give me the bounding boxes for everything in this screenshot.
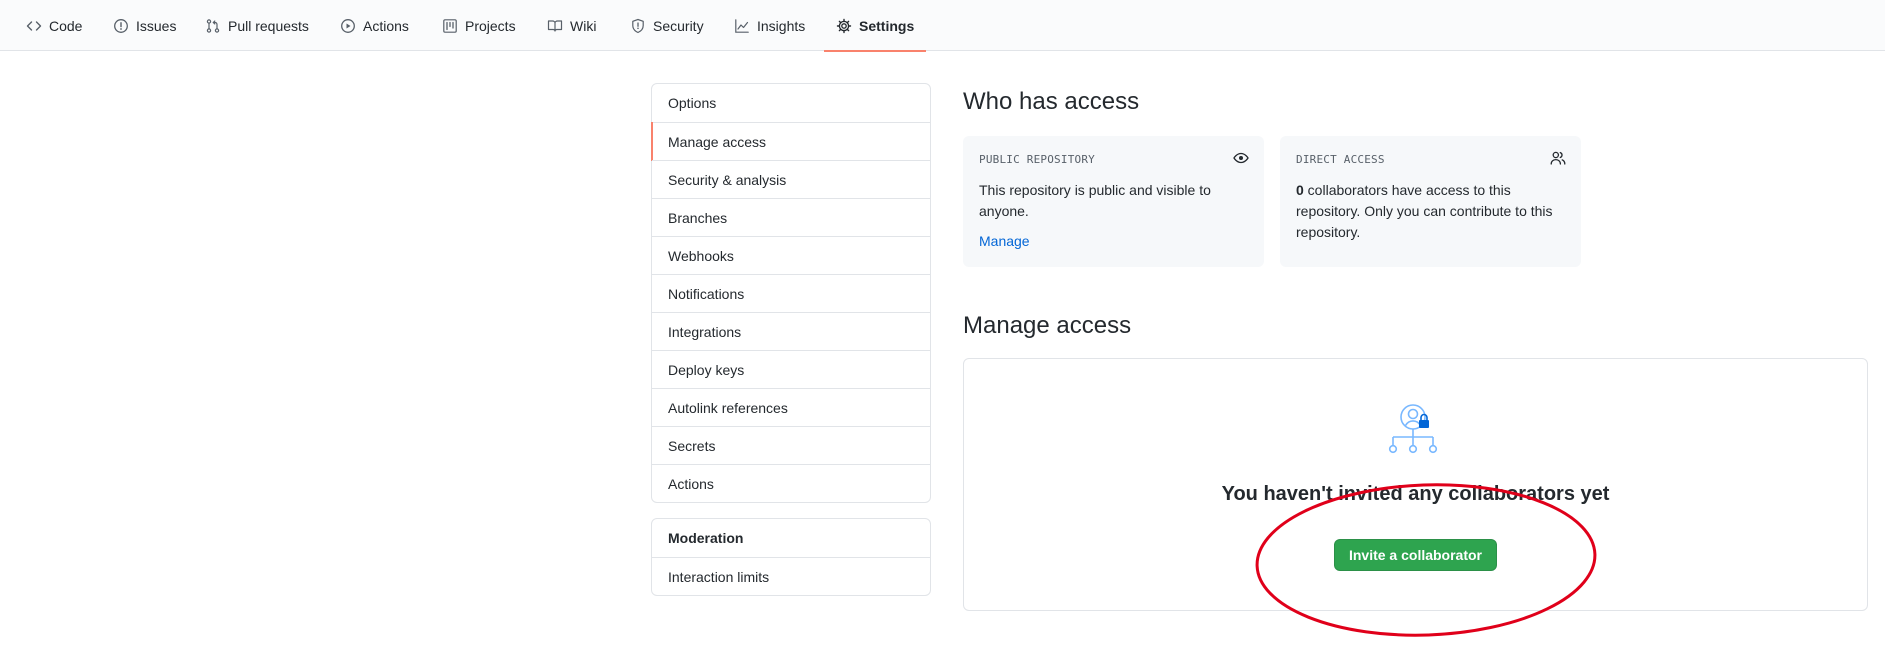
direct-access-title: DIRECT ACCESS (1296, 153, 1385, 166)
menu-item-secrets[interactable]: Secrets (652, 426, 930, 464)
graph-icon (735, 18, 749, 33)
tab-code[interactable]: Code (26, 0, 82, 51)
menu-item-notifications[interactable]: Notifications (652, 274, 930, 312)
gear-icon (836, 18, 852, 33)
menu-item-label: Security & analysis (668, 171, 787, 188)
tab-label: Code (49, 17, 83, 34)
book-icon (547, 19, 563, 32)
invite-collaborator-button[interactable]: Invite a collaborator (1334, 539, 1497, 571)
tab-label: Wiki (570, 17, 597, 34)
tab-security[interactable]: Security (630, 0, 704, 51)
collaborator-count: 0 (1296, 182, 1304, 198)
collaborators-lock-icon (1388, 404, 1438, 454)
public-repository-text: This repository is public and visible to… (979, 182, 1211, 219)
menu-item-manage-access[interactable]: Manage access (651, 122, 930, 161)
eye-icon (1233, 152, 1249, 164)
menu-item-label: Branches (668, 209, 728, 226)
menu-item-autolink-references[interactable]: Autolink references (652, 388, 930, 426)
menu-item-options[interactable]: Options (652, 84, 930, 122)
menu-item-webhooks[interactable]: Webhooks (652, 236, 930, 274)
git-pull-request-icon (206, 18, 220, 33)
tab-label: Projects (465, 17, 516, 34)
repo-nav: Code Issues Pull requests Actions Projec… (0, 0, 1885, 52)
menu-item-security-analysis[interactable]: Security & analysis (652, 160, 930, 198)
code-icon (26, 20, 42, 31)
menu-item-branches[interactable]: Branches (652, 198, 930, 236)
moderation-heading: Moderation (668, 530, 744, 546)
menu-item-label: Secrets (668, 437, 716, 454)
public-repository-box: PUBLIC REPOSITORY This repository is pub… (963, 136, 1264, 267)
tab-settings[interactable]: Settings (823, 0, 927, 52)
menu-item-deploy-keys[interactable]: Deploy keys (652, 350, 930, 388)
tab-pull-requests[interactable]: Pull requests (205, 0, 309, 51)
tab-label: Issues (136, 17, 177, 34)
issue-opened-icon (114, 18, 128, 33)
moderation-menu: Moderation Interaction limits (651, 518, 931, 596)
menu-item-label: Notifications (668, 285, 745, 302)
menu-item-actions[interactable]: Actions (652, 464, 930, 502)
tab-issues[interactable]: Issues (113, 0, 176, 51)
direct-access-box: DIRECT ACCESS 0 collaborators have acces… (1280, 136, 1581, 267)
menu-item-label: Webhooks (668, 247, 734, 264)
menu-item-label: Integrations (668, 323, 742, 340)
menu-item-label: Autolink references (668, 399, 788, 416)
tab-label: Actions (363, 17, 409, 34)
tab-label: Insights (757, 17, 806, 34)
direct-access-description: collaborators have access to this reposi… (1296, 182, 1553, 240)
tab-label: Pull requests (228, 17, 309, 34)
tab-label: Settings (859, 17, 915, 34)
menu-item-integrations[interactable]: Integrations (652, 312, 930, 350)
tab-label: Security (653, 17, 704, 34)
collaborators-blankslate: You haven't invited any collaborators ye… (963, 358, 1868, 611)
menu-item-label: Deploy keys (668, 361, 745, 378)
manage-link[interactable]: Manage (979, 233, 1030, 249)
tab-actions[interactable]: Actions (340, 0, 409, 51)
tab-insights[interactable]: Insights (734, 0, 805, 51)
direct-access-text: 0 collaborators have access to this repo… (1296, 180, 1566, 243)
who-has-access-heading: Who has access (963, 88, 1140, 115)
menu-item-label: Actions (668, 475, 714, 492)
tab-projects[interactable]: Projects (442, 0, 516, 51)
manage-access-heading: Manage access (963, 312, 1132, 339)
shield-icon (632, 18, 644, 33)
menu-item-interaction-limits[interactable]: Interaction limits (652, 557, 930, 595)
people-icon (1550, 151, 1566, 165)
menu-item-label: Interaction limits (668, 568, 770, 585)
tab-wiki[interactable]: Wiki (547, 0, 596, 51)
settings-menu: Options Manage access Security & analysi… (651, 83, 931, 503)
project-icon (443, 18, 457, 33)
menu-item-label: Options (668, 95, 717, 111)
menu-item-label: Manage access (668, 133, 767, 150)
blankslate-title: You haven't invited any collaborators ye… (1221, 483, 1610, 505)
play-icon (341, 18, 355, 33)
public-repository-title: PUBLIC REPOSITORY (979, 153, 1095, 166)
